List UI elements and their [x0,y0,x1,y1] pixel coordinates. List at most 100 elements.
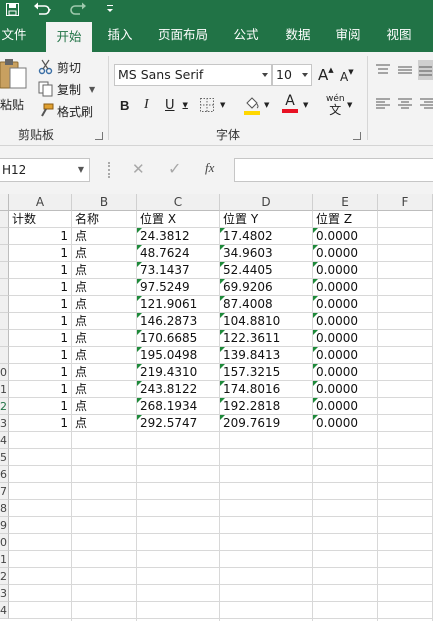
count-cell[interactable]: 1 [9,279,71,295]
name-cell[interactable]: 点 [72,398,136,414]
name-cell[interactable]: 点 [72,364,136,380]
header-cell[interactable]: 计数 [9,211,71,227]
coordinate-cell[interactable]: 170.6685 [137,330,219,346]
fill-color-button[interactable]: ▼ [244,94,269,116]
column-header-b[interactable]: B [72,194,137,211]
coordinate-cell[interactable]: 24.3812 [137,228,219,244]
align-top-button[interactable] [376,64,390,76]
row-header[interactable]: 2 [0,568,9,585]
row-header[interactable]: 1 [0,551,9,568]
column-header-a[interactable]: A [9,194,72,211]
row-header[interactable] [0,347,9,364]
header-cell[interactable]: 位置 Y [220,211,312,227]
worksheet-grid[interactable]: A B C D E F 0 1 2 3 4 5 6 7 8 9 0 1 2 3 4 计数 名称 位置 X 位置 Y 位置 Z1点2… [0,194,433,621]
coordinate-cell[interactable]: 0.0000 [313,228,377,244]
count-cell[interactable]: 1 [9,245,71,261]
formula-bar-grip-icon[interactable] [108,162,110,178]
header-cell[interactable]: 名称 [72,211,136,227]
tab-page-layout[interactable]: 页面布局 [152,18,214,52]
coordinate-cell[interactable]: 0.0000 [313,398,377,414]
row-header[interactable]: 3 [0,415,9,432]
name-cell[interactable]: 点 [72,415,136,431]
row-header[interactable] [0,245,9,262]
tab-home[interactable]: 开始 [46,22,92,52]
name-cell[interactable]: 点 [72,279,136,295]
row-header[interactable] [0,262,9,279]
row-header[interactable] [0,313,9,330]
select-all-corner[interactable] [0,194,9,211]
coordinate-cell[interactable]: 192.2818 [220,398,312,414]
coordinate-cell[interactable]: 0.0000 [313,330,377,346]
count-cell[interactable]: 1 [9,313,71,329]
name-cell[interactable]: 点 [72,245,136,261]
formula-input[interactable] [234,158,433,182]
align-bottom-button[interactable] [418,60,433,80]
paste-button[interactable]: 粘贴 [0,58,30,118]
tab-formulas[interactable]: 公式 [226,18,266,52]
coordinate-cell[interactable]: 157.3215 [220,364,312,380]
coordinate-cell[interactable]: 0.0000 [313,279,377,295]
count-cell[interactable]: 1 [9,296,71,312]
coordinate-cell[interactable]: 104.8810 [220,313,312,329]
grow-font-button[interactable]: A ▲ [318,66,334,84]
coordinate-cell[interactable]: 69.9206 [220,279,312,295]
row-header[interactable]: 0 [0,364,9,381]
row-header[interactable] [0,296,9,313]
count-cell[interactable]: 1 [9,330,71,346]
coordinate-cell[interactable]: 146.2873 [137,313,219,329]
header-cell[interactable]: 位置 X [137,211,219,227]
tab-data[interactable]: 数据 [278,18,318,52]
tab-view[interactable]: 视图 [379,18,419,52]
coordinate-cell[interactable]: 0.0000 [313,296,377,312]
row-header[interactable] [0,279,9,296]
redo-button[interactable] [66,0,88,18]
row-header[interactable]: 3 [0,585,9,602]
coordinate-cell[interactable]: 139.8413 [220,347,312,363]
count-cell[interactable]: 1 [9,228,71,244]
row-header[interactable] [0,330,9,347]
coordinate-cell[interactable]: 73.1437 [137,262,219,278]
align-center-button[interactable] [398,98,412,110]
tab-insert[interactable]: 插入 [100,18,140,52]
coordinate-cell[interactable]: 121.9061 [137,296,219,312]
row-header[interactable]: 4 [0,602,9,619]
row-header[interactable] [0,228,9,245]
italic-button[interactable]: I [144,96,149,114]
row-header[interactable]: 7 [0,483,9,500]
chevron-down-icon[interactable]: ▼ [89,85,95,94]
enter-button[interactable]: ✓ [168,159,181,178]
column-header-f[interactable]: F [378,194,433,211]
cancel-button[interactable]: ✕ [132,160,145,178]
row-header[interactable] [0,211,9,228]
name-cell[interactable]: 点 [72,296,136,312]
font-color-button[interactable]: A [282,94,298,116]
clipboard-launcher-icon[interactable] [95,132,103,140]
align-right-button[interactable] [420,98,433,110]
coordinate-cell[interactable]: 0.0000 [313,347,377,363]
font-size-select[interactable]: 10 [272,64,312,86]
tab-file[interactable]: 文件 [0,18,28,52]
count-cell[interactable]: 1 [9,364,71,380]
row-header[interactable]: 2 [0,398,9,415]
header-cell[interactable]: 位置 Z [313,211,377,227]
row-header[interactable]: 1 [0,381,9,398]
coordinate-cell[interactable]: 34.9603 [220,245,312,261]
insert-function-button[interactable]: fx [205,160,214,176]
chevron-down-icon[interactable]: ▼ [78,159,84,181]
row-header[interactable]: 5 [0,449,9,466]
count-cell[interactable]: 1 [9,415,71,431]
coordinate-cell[interactable]: 17.4802 [220,228,312,244]
count-cell[interactable]: 1 [9,262,71,278]
chevron-down-icon[interactable]: ▼ [347,101,352,109]
row-header[interactable]: 8 [0,500,9,517]
name-cell[interactable]: 点 [72,381,136,397]
font-launcher-icon[interactable] [353,132,361,140]
column-header-c[interactable]: C [137,194,220,211]
align-left-button[interactable] [376,98,390,110]
name-box[interactable]: H12 ▼ [0,158,90,182]
coordinate-cell[interactable]: 0.0000 [313,313,377,329]
coordinate-cell[interactable]: 0.0000 [313,262,377,278]
coordinate-cell[interactable]: 209.7619 [220,415,312,431]
coordinate-cell[interactable]: 97.5249 [137,279,219,295]
coordinate-cell[interactable]: 174.8016 [220,381,312,397]
